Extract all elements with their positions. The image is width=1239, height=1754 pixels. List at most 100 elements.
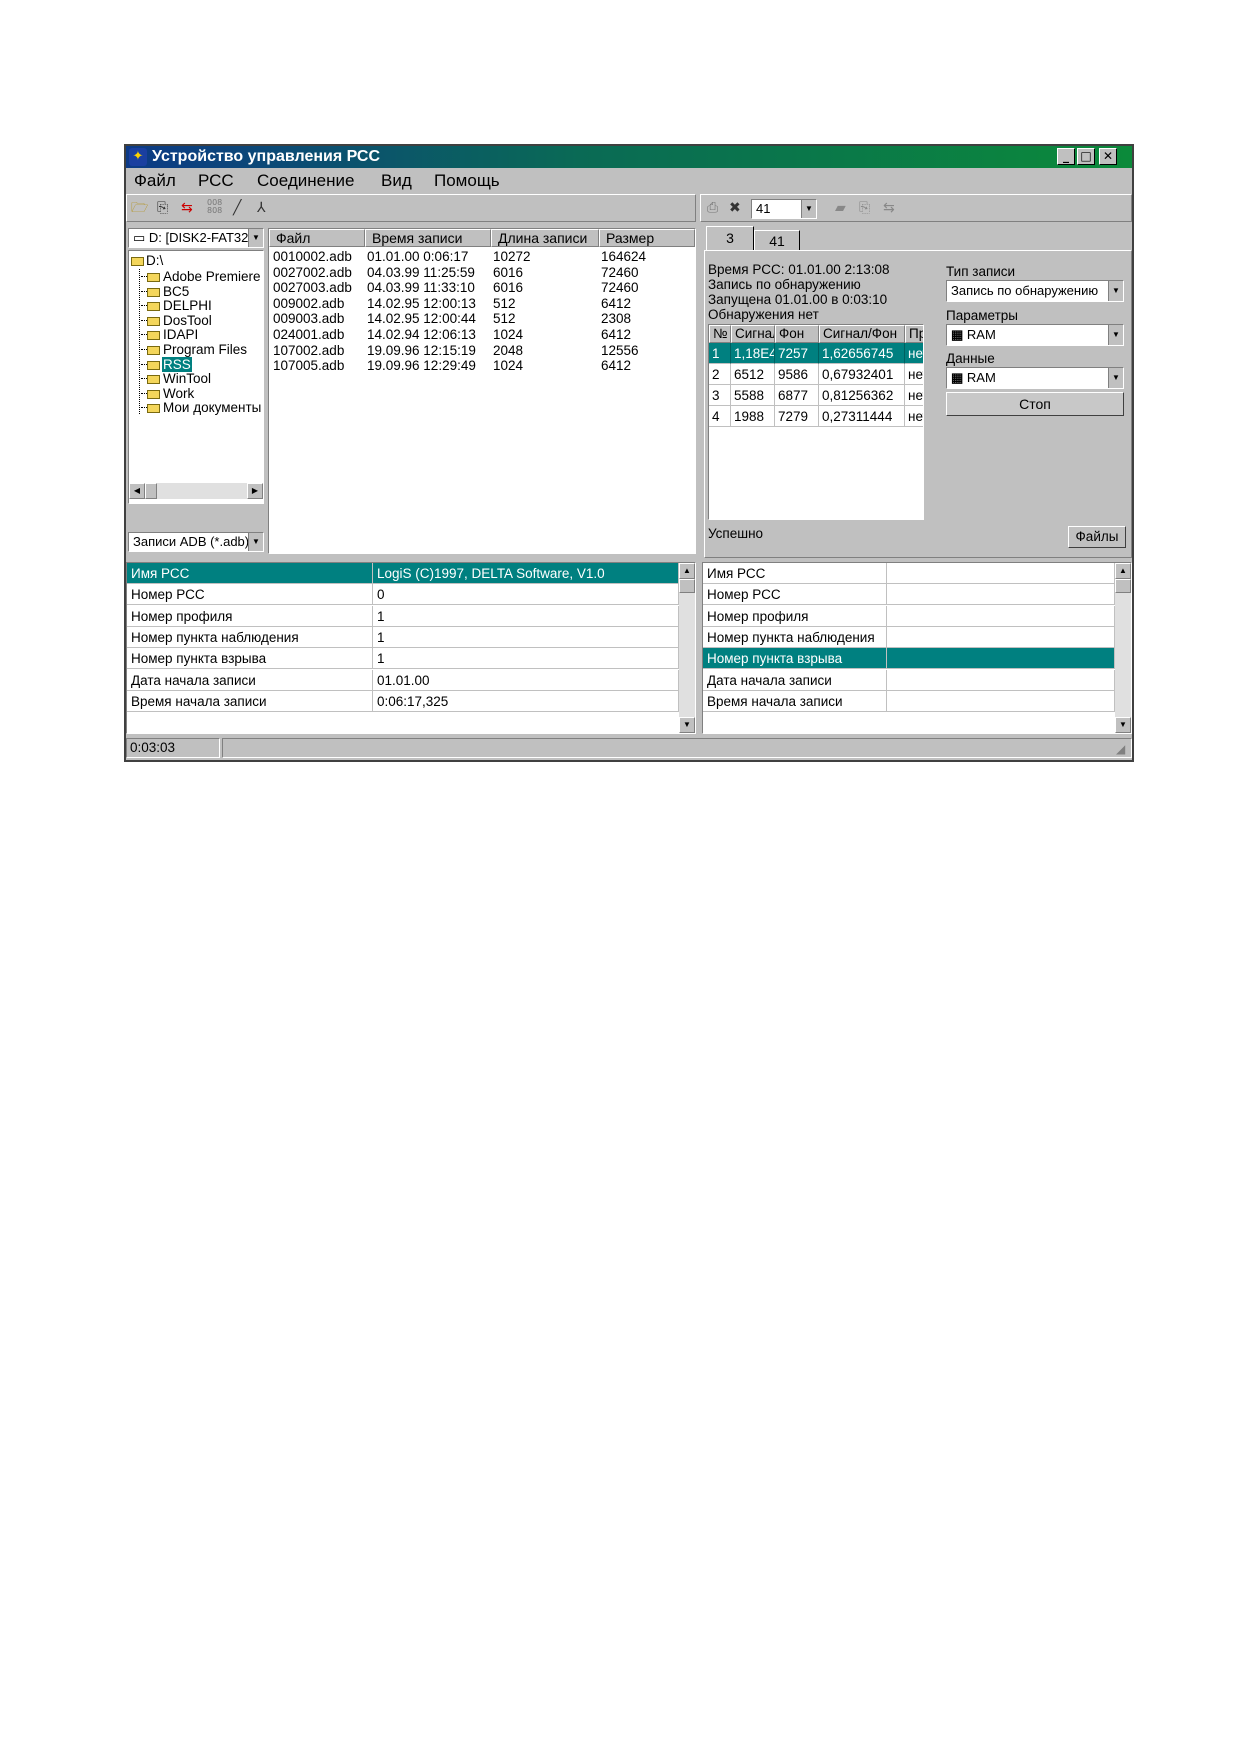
scroll-thumb[interactable] — [1115, 579, 1131, 593]
tree-root[interactable]: D:\ — [131, 253, 163, 268]
folder-icon[interactable]: ▰ — [835, 199, 846, 217]
details-row[interactable]: Дата начала записи — [703, 669, 1115, 691]
copy-file-icon[interactable]: ⎘ — [157, 199, 168, 217]
chevron-down-icon[interactable]: ▼ — [1108, 325, 1123, 345]
close-button[interactable]: ✕ — [1099, 148, 1117, 165]
tree-item[interactable]: Adobe Premiere Pre — [141, 269, 263, 284]
details-row[interactable]: Номер РСС — [703, 584, 1115, 606]
menu-rss[interactable]: РСС — [198, 171, 234, 190]
tree-item[interactable]: RSS — [141, 356, 192, 372]
details-row[interactable]: Имя РСС — [703, 563, 1115, 584]
params-combo[interactable]: ▦ RAM ▼ — [946, 324, 1124, 346]
det-col-num[interactable]: № — [709, 325, 731, 343]
tree-item[interactable]: Мои документы — [141, 400, 262, 415]
details-row[interactable]: Номер профиля 1 — [127, 605, 679, 627]
title-bar[interactable]: ✦ Устройство управления РСС _ □ ✕ — [126, 146, 1132, 168]
scroll-up-icon[interactable]: ▲ — [1115, 563, 1131, 579]
minimize-button[interactable]: _ — [1057, 148, 1075, 165]
table-row[interactable]: 0027003.adb 04.03.99 11:33:10 6016 72460 — [269, 280, 695, 295]
tree-item[interactable]: IDAPI — [141, 327, 199, 342]
table-row[interactable]: 0027002.adb 04.03.99 11:25:59 6016 72460 — [269, 265, 695, 280]
tree-item[interactable]: WinTool — [141, 371, 212, 386]
binary-icon[interactable]: 008 808 — [207, 199, 222, 215]
clipboard-icon[interactable]: ⎙ — [707, 199, 718, 217]
scroll-down-icon[interactable]: ▼ — [679, 717, 695, 733]
chevron-down-icon[interactable]: ▼ — [248, 229, 263, 247]
tree-hscrollbar[interactable]: ◀ ▶ — [129, 483, 263, 499]
details-row[interactable]: Время начала записи 0:06:17,325 — [127, 690, 679, 712]
details-row[interactable]: Номер пункта наблюдения — [703, 626, 1115, 648]
folder-tree[interactable]: D:\ Adobe Premiere PreBC5DELPHIDosToolID… — [128, 250, 264, 504]
tree-item[interactable]: DELPHI — [141, 298, 213, 313]
right-details-grid[interactable]: Имя РСС Номер РСС Номер профиля Номер пункт… — [702, 562, 1132, 734]
table-row[interactable]: 4198872790,27311444нет — [709, 406, 923, 427]
line-icon[interactable]: ╱ — [233, 199, 241, 217]
menu-view[interactable]: Вид — [381, 171, 412, 190]
details-row[interactable]: Номер пункта наблюдения 1 — [127, 626, 679, 648]
file-list[interactable]: Файл Время записи Длина записи Размер 00… — [268, 228, 696, 554]
details-row[interactable]: Номер профиля — [703, 605, 1115, 627]
transfer-icon[interactable]: ⇆ — [883, 199, 895, 217]
scroll-thumb[interactable] — [679, 579, 695, 593]
detections-table[interactable]: № Сигнал Фон Сигнал/Фон Приз 11,18E47257… — [708, 324, 924, 520]
tools-icon[interactable]: ✖ — [729, 199, 741, 217]
details-row[interactable]: Номер пункта взрыва — [703, 648, 1115, 670]
table-row[interactable]: 024001.adb 14.02.94 12:06:13 1024 6412 — [269, 327, 695, 342]
tab-41[interactable]: 41 — [754, 230, 800, 250]
table-row[interactable]: 0010002.adb 01.01.00 0:06:17 10272 164624 — [269, 249, 695, 264]
menu-file[interactable]: Файл — [134, 171, 176, 190]
chevron-down-icon[interactable]: ▼ — [801, 200, 816, 218]
left-details-vscrollbar[interactable]: ▲ ▼ — [679, 563, 695, 733]
maximize-button[interactable]: □ — [1077, 148, 1095, 165]
chevron-down-icon[interactable]: ▼ — [1108, 281, 1123, 301]
stop-button[interactable]: Стоп — [946, 392, 1124, 416]
filter-combo[interactable]: Записи ADB (*.adb) ▼ — [128, 532, 264, 552]
scroll-up-icon[interactable]: ▲ — [679, 563, 695, 579]
drive-combo[interactable]: ▭ D: [DISK2-FAT32] ▼ — [128, 228, 264, 248]
data-combo[interactable]: ▦ RAM ▼ — [946, 367, 1124, 389]
left-details-grid[interactable]: Имя РСС LogiS (C)1997, DELTA Software, V1… — [126, 562, 696, 734]
app-icon[interactable]: ✦ — [129, 148, 147, 166]
channel-combo[interactable]: 41 ▼ — [751, 199, 817, 219]
peak-icon[interactable]: ⅄ — [257, 199, 266, 217]
scroll-thumb[interactable] — [145, 483, 157, 499]
table-row[interactable]: 11,18E472571,62656745нет — [709, 343, 923, 364]
table-row[interactable]: 107002.adb 19.09.96 12:15:19 2048 12556 — [269, 343, 695, 358]
details-row[interactable]: Номер РСС 0 — [127, 584, 679, 606]
copy-icon[interactable]: ⎘ — [859, 199, 870, 217]
details-row[interactable]: Номер пункта взрыва 1 — [127, 648, 679, 670]
details-row[interactable]: Время начала записи — [703, 690, 1115, 712]
table-row[interactable]: 107005.adb 19.09.96 12:29:49 1024 6412 — [269, 358, 695, 373]
det-col-background[interactable]: Фон — [775, 325, 819, 343]
col-header-length[interactable]: Длина записи — [491, 229, 599, 247]
right-details-vscrollbar[interactable]: ▲ ▼ — [1115, 563, 1131, 733]
scroll-down-icon[interactable]: ▼ — [1115, 717, 1131, 733]
tree-item[interactable]: Program Files — [141, 342, 248, 357]
col-header-size[interactable]: Размер — [599, 229, 695, 247]
chevron-down-icon[interactable]: ▼ — [1108, 368, 1123, 388]
table-row[interactable]: 3558868770,81256362нет — [709, 385, 923, 406]
record-type-combo[interactable]: Запись по обнаружению ▼ — [946, 280, 1124, 302]
table-row[interactable]: 009003.adb 14.02.95 12:00:44 512 2308 — [269, 311, 695, 326]
scroll-right-icon[interactable]: ▶ — [247, 483, 263, 499]
table-row[interactable]: 009002.adb 14.02.95 12:00:13 512 6412 — [269, 296, 695, 311]
det-col-flag[interactable]: Приз — [905, 325, 923, 343]
chevron-down-icon[interactable]: ▼ — [248, 533, 263, 551]
open-folder-icon[interactable]: 🗁 — [131, 199, 148, 217]
details-row[interactable]: Имя РСС LogiS (C)1997, DELTA Software, V1… — [127, 563, 679, 584]
table-row[interactable]: 2651295860,67932401нет — [709, 364, 923, 385]
col-header-file[interactable]: Файл — [269, 229, 365, 247]
menu-connection[interactable]: Соединение — [257, 171, 354, 190]
tree-item[interactable]: Work — [141, 386, 195, 401]
files-button[interactable]: Файлы — [1068, 526, 1126, 548]
resize-grip-icon[interactable]: ◢ — [1116, 742, 1125, 756]
det-col-ratio[interactable]: Сигнал/Фон — [819, 325, 905, 343]
col-header-time[interactable]: Время записи — [365, 229, 491, 247]
details-row[interactable]: Дата начала записи 01.01.00 — [127, 669, 679, 691]
scroll-left-icon[interactable]: ◀ — [129, 483, 145, 499]
transfer-icon[interactable]: ⇆ — [181, 199, 193, 217]
tree-item[interactable]: BC5 — [141, 284, 190, 299]
tree-item[interactable]: DosTool — [141, 313, 213, 328]
det-col-signal[interactable]: Сигнал — [731, 325, 775, 343]
tab-3[interactable]: 3 — [706, 226, 754, 250]
